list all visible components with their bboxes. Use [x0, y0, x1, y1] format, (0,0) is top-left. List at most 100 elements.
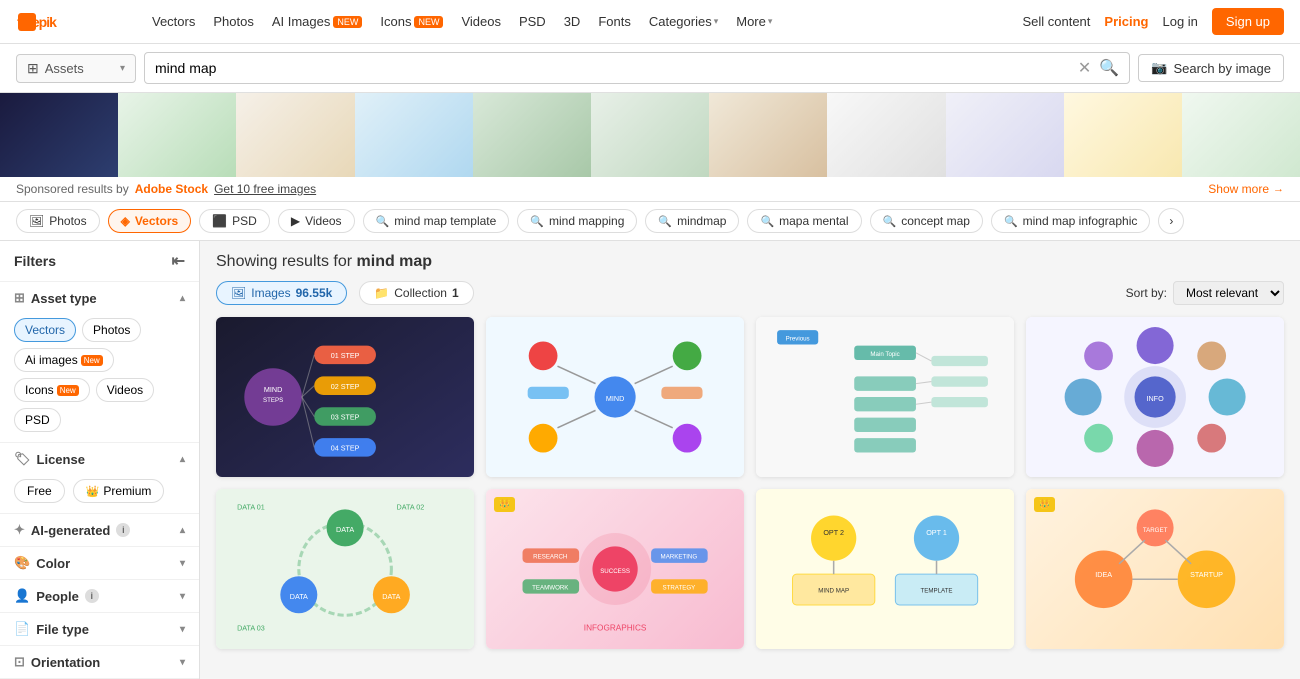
- images-stat-btn[interactable]: 🖼 Images 96.55k: [216, 281, 347, 305]
- nav-psd[interactable]: PSD: [519, 14, 546, 29]
- thumb-4[interactable]: [355, 93, 473, 177]
- license-btn-premium[interactable]: 👑 Premium: [73, 479, 165, 503]
- thumb-3[interactable]: [236, 93, 354, 177]
- asset-btn-psd[interactable]: PSD: [14, 408, 61, 432]
- sell-content-link[interactable]: Sell content: [1022, 14, 1090, 29]
- license-section-header[interactable]: 🏷 License ▴: [0, 443, 199, 475]
- image-grid: MIND STEPS 01 STEP 02 STEP 03 STEP 04 ST…: [216, 317, 1284, 649]
- image-card-4[interactable]: INFO: [1026, 317, 1284, 477]
- nav-categories[interactable]: Categories▾: [649, 14, 718, 29]
- file-type-section-header[interactable]: 📄 File type ▾: [0, 613, 199, 645]
- nav-icons[interactable]: Icons NEW: [380, 14, 443, 29]
- thumb-5[interactable]: [473, 93, 591, 177]
- asset-btn-videos[interactable]: Videos: [96, 378, 154, 402]
- thumb-8[interactable]: [827, 93, 945, 177]
- file-type-label: File type: [36, 622, 89, 637]
- asset-btn-ai-images[interactable]: Ai images New: [14, 348, 114, 372]
- signup-button[interactable]: Sign up: [1212, 8, 1284, 35]
- collection-icon: 📁: [374, 286, 389, 300]
- filter-tag-photos[interactable]: 🖼 Photos: [16, 209, 100, 233]
- people-chevron: ▾: [180, 591, 185, 602]
- login-link[interactable]: Log in: [1162, 14, 1197, 29]
- thumb-10[interactable]: [1064, 93, 1182, 177]
- nav-videos[interactable]: Videos: [461, 14, 501, 29]
- collection-stat-btn[interactable]: 📁 Collection 1: [359, 281, 473, 305]
- freepik-logo[interactable]: freepik: [16, 8, 126, 36]
- thumb-1[interactable]: [0, 93, 118, 177]
- filter-tag-infographic[interactable]: 🔍 mind map infographic: [991, 209, 1150, 233]
- vectors-tag-label: Vectors: [135, 214, 178, 228]
- nav-3d[interactable]: 3D: [564, 14, 581, 29]
- asset-btn-icons[interactable]: Icons New: [14, 378, 90, 402]
- image-card-3[interactable]: Previous Main Topic: [756, 317, 1014, 477]
- file-type-icon: 📄: [14, 621, 30, 637]
- svg-text:DATA 02: DATA 02: [396, 502, 424, 511]
- icons-badge: NEW: [414, 16, 443, 28]
- asset-type-section-header[interactable]: ⊞ Asset type ▴: [0, 282, 199, 314]
- nav-fonts[interactable]: Fonts: [598, 14, 631, 29]
- svg-text:DATA: DATA: [336, 525, 354, 534]
- license-buttons: Free 👑 Premium: [0, 475, 199, 513]
- collapse-filters-icon[interactable]: ⇤: [172, 251, 185, 271]
- filter-tag-mindmap[interactable]: 🔍 mindmap: [645, 209, 739, 233]
- asset-selector-chevron: ▾: [120, 63, 125, 74]
- image-card-8[interactable]: 👑 IDEA STARTUP TARGET: [1026, 489, 1284, 649]
- ai-generated-section-header[interactable]: ✦ AI-generated i ▴: [0, 514, 199, 546]
- filter-tag-mapa-mental[interactable]: 🔍 mapa mental: [747, 209, 861, 233]
- color-section-header[interactable]: 🎨 Color ▾: [0, 547, 199, 579]
- nav-photos[interactable]: Photos: [213, 14, 253, 29]
- camera-icon: 📷: [1151, 60, 1167, 76]
- svg-text:TARGET: TARGET: [1143, 527, 1168, 534]
- pricing-link[interactable]: Pricing: [1104, 14, 1148, 29]
- sidebar-section-asset-type: ⊞ Asset type ▴ Vectors Photos Ai images …: [0, 282, 199, 443]
- ai-generated-info-icon[interactable]: i: [116, 523, 130, 537]
- image-card-5[interactable]: DATA DATA DATA DATA 01 DATA 02 DATA 03: [216, 489, 474, 649]
- thumb-6[interactable]: [591, 93, 709, 177]
- asset-btn-photos[interactable]: Photos: [82, 318, 141, 342]
- filter-tag-template[interactable]: 🔍 mind map template: [363, 209, 510, 233]
- people-section-header[interactable]: 👤 People i ▾: [0, 580, 199, 612]
- sort-select[interactable]: Most relevant: [1173, 281, 1284, 305]
- asset-type-selector[interactable]: ⊞ Assets ▾: [16, 54, 136, 83]
- filter-tag-concept-map[interactable]: 🔍 concept map: [870, 209, 983, 233]
- asset-selector-label: Assets: [45, 61, 84, 76]
- get-free-images-link[interactable]: Get 10 free images: [214, 182, 316, 196]
- asset-btn-vectors[interactable]: Vectors: [14, 318, 76, 342]
- thumb-7[interactable]: [709, 93, 827, 177]
- svg-text:DATA 01: DATA 01: [237, 502, 265, 511]
- filter-tag-psd[interactable]: ⬛ PSD: [199, 209, 270, 233]
- results-heading: Showing results for mind map: [216, 253, 1284, 271]
- license-btn-free[interactable]: Free: [14, 479, 65, 503]
- clear-icon[interactable]: ✕: [1078, 58, 1091, 78]
- image-card-7[interactable]: OPT 2 OPT 1 MIND MAP TEMPLATE: [756, 489, 1014, 649]
- thumb-11[interactable]: [1182, 93, 1300, 177]
- svg-text:DATA: DATA: [382, 592, 400, 601]
- search-by-image-button[interactable]: 📷 Search by image: [1138, 54, 1284, 82]
- filter-tag-mapping[interactable]: 🔍 mind mapping: [517, 209, 637, 233]
- show-more-link[interactable]: Show more: [1208, 182, 1269, 196]
- image-card-1[interactable]: MIND STEPS 01 STEP 02 STEP 03 STEP 04 ST…: [216, 317, 474, 477]
- svg-text:IDEA: IDEA: [1095, 570, 1112, 579]
- nav-vectors[interactable]: Vectors: [152, 14, 195, 29]
- thumb-9[interactable]: [946, 93, 1064, 177]
- nav-ai-images[interactable]: AI Images NEW: [272, 14, 363, 29]
- color-chevron: ▾: [180, 558, 185, 569]
- results-title: Showing results for mind map: [216, 253, 1284, 271]
- search-input[interactable]: [155, 60, 1078, 76]
- image-card-2[interactable]: MIND: [486, 317, 744, 477]
- orientation-label: Orientation: [31, 655, 100, 670]
- asset-type-label: Asset type: [31, 291, 97, 306]
- svg-text:OPT 2: OPT 2: [823, 528, 844, 537]
- orientation-section-header[interactable]: ⊡ Orientation ▾: [0, 646, 199, 678]
- filter-tag-vectors[interactable]: ◈ Vectors: [108, 209, 192, 233]
- image-card-6[interactable]: 👑 SUCCESS RESEARCH MARKETING TEAMWORK: [486, 489, 744, 649]
- svg-text:TEAMWORK: TEAMWORK: [532, 585, 569, 592]
- svg-text:04 STEP: 04 STEP: [331, 443, 360, 452]
- search-submit-icon[interactable]: 🔍: [1099, 58, 1119, 78]
- filter-tag-videos[interactable]: ▶ Videos: [278, 209, 355, 233]
- people-info-icon[interactable]: i: [85, 589, 99, 603]
- filter-scroll-right[interactable]: ›: [1158, 208, 1184, 234]
- nav-more[interactable]: More▾: [736, 14, 772, 29]
- thumb-2[interactable]: [118, 93, 236, 177]
- svg-text:Main Topic: Main Topic: [870, 351, 899, 358]
